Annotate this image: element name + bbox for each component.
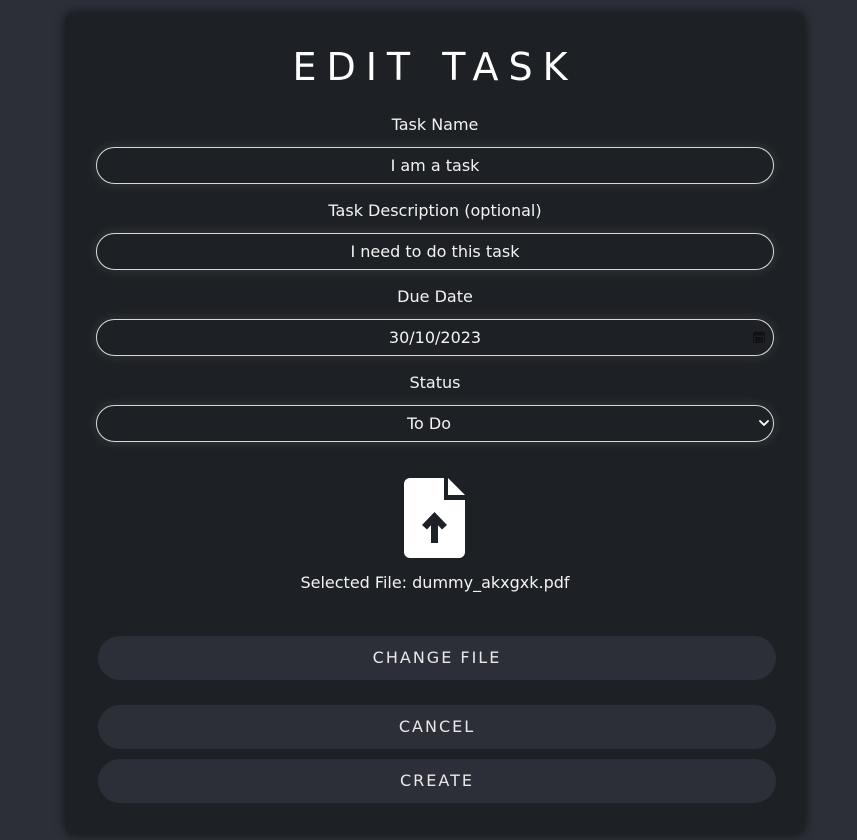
task-name-value: I am a task [390, 156, 480, 175]
task-name-label: Task Name [391, 115, 479, 134]
task-name-input[interactable]: I am a task [96, 147, 774, 184]
chevron-down-icon [759, 420, 769, 426]
file-upload-icon[interactable] [404, 478, 465, 558]
task-description-label: Task Description (optional) [328, 201, 542, 220]
task-description-value: I need to do this task [350, 242, 520, 261]
due-date-label: Due Date [397, 287, 473, 306]
edit-task-card: EDIT TASK Task Name I am a task Task Des… [65, 12, 805, 835]
status-select[interactable]: To Do [96, 405, 774, 442]
status-label: Status [409, 373, 461, 392]
cancel-button[interactable]: CANCEL [98, 705, 776, 749]
status-value: To Do [406, 414, 452, 433]
task-description-input[interactable]: I need to do this task [96, 233, 774, 270]
change-file-button[interactable]: CHANGE FILE [98, 636, 776, 680]
create-button[interactable]: CREATE [98, 759, 776, 803]
due-date-value: 30/10/2023 [388, 328, 482, 347]
page-title: EDIT TASK [292, 45, 578, 89]
due-date-input[interactable]: 30/10/2023 [96, 319, 774, 356]
selected-file-text: Selected File: dummy_akxgxk.pdf [300, 573, 570, 592]
calendar-icon[interactable] [753, 331, 765, 343]
